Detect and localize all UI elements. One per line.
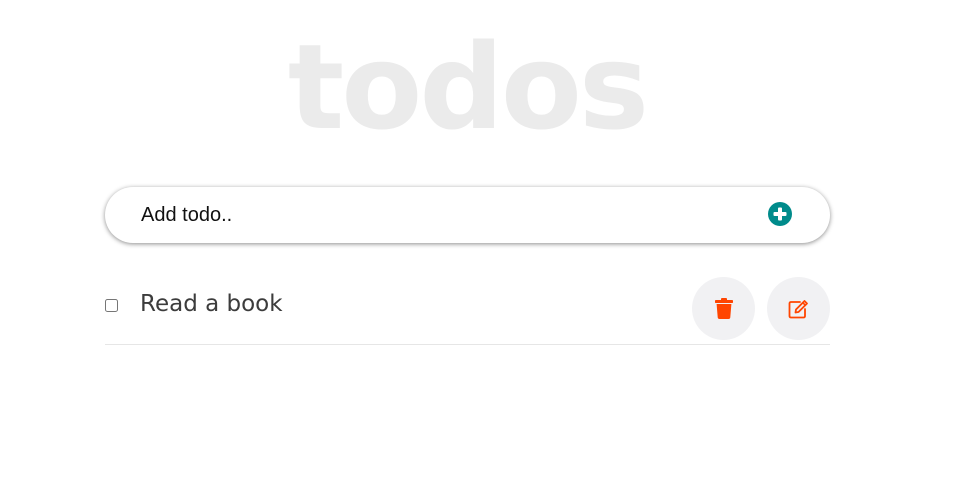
add-todo-input[interactable] — [141, 187, 741, 243]
add-todo-bar — [105, 187, 830, 243]
edit-todo-button[interactable] — [767, 277, 830, 340]
edit-icon — [788, 299, 808, 318]
todo-list: Read a book — [105, 276, 830, 345]
add-todo-button[interactable] — [768, 202, 792, 226]
todo-app: todos Read a book — [0, 0, 956, 499]
trash-icon — [714, 298, 733, 319]
todo-text: Read a book — [140, 291, 283, 317]
page-title: todos — [287, 18, 649, 156]
todo-item: Read a book — [105, 276, 830, 345]
delete-todo-button[interactable] — [692, 277, 755, 340]
todo-checkbox[interactable] — [105, 299, 118, 312]
plus-circle-icon — [768, 202, 792, 226]
